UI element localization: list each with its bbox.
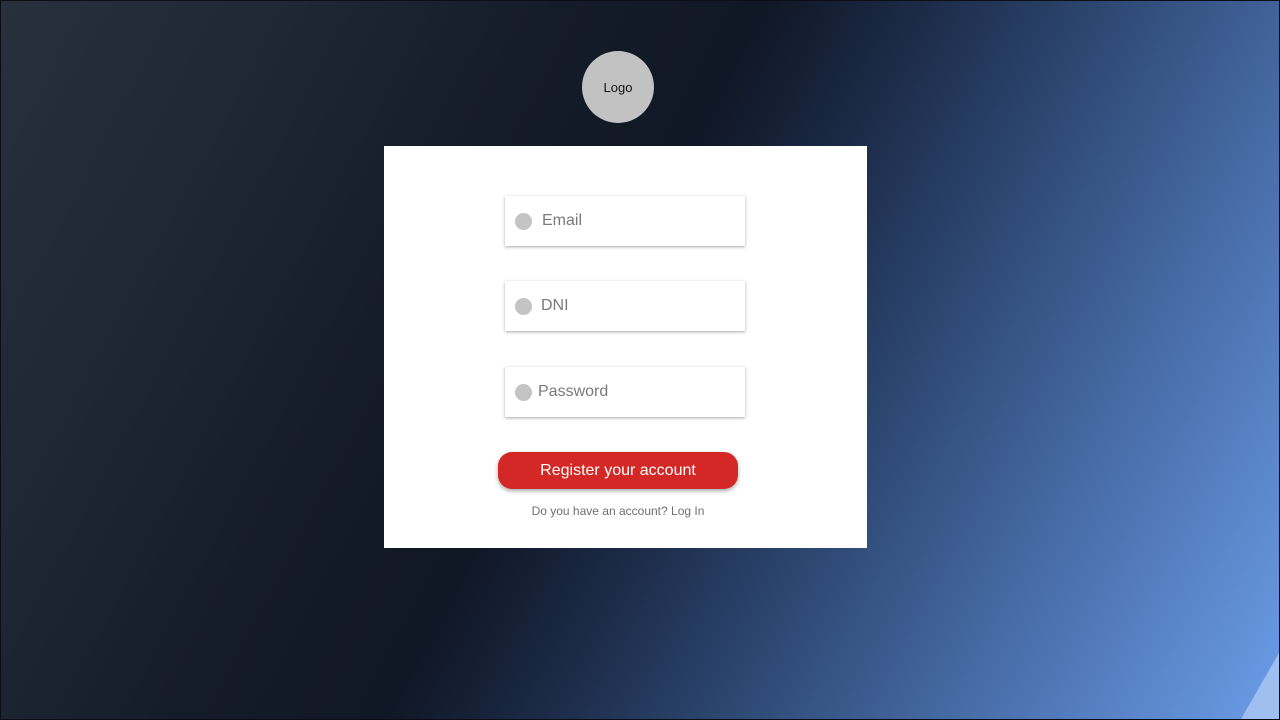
email-field[interactable]	[505, 196, 745, 246]
login-prompt: Do you have an account? Log In	[384, 504, 852, 518]
email-circle-icon	[515, 212, 532, 230]
password-circle-icon	[515, 383, 532, 401]
dni-input[interactable]	[541, 297, 721, 315]
register-card: Register your account Do you have an acc…	[384, 146, 867, 548]
dni-circle-icon	[515, 297, 532, 315]
password-input[interactable]	[538, 383, 718, 401]
login-prompt-text: Do you have an account?	[531, 504, 668, 518]
logo-text: Logo	[603, 79, 633, 95]
email-input[interactable]	[542, 212, 722, 230]
dni-field[interactable]	[505, 281, 745, 331]
password-field[interactable]	[505, 367, 745, 417]
login-link[interactable]: Log In	[671, 504, 704, 518]
logo: Logo	[582, 51, 654, 123]
background-corner-shape	[1241, 653, 1279, 719]
register-button[interactable]: Register your account	[498, 452, 738, 489]
